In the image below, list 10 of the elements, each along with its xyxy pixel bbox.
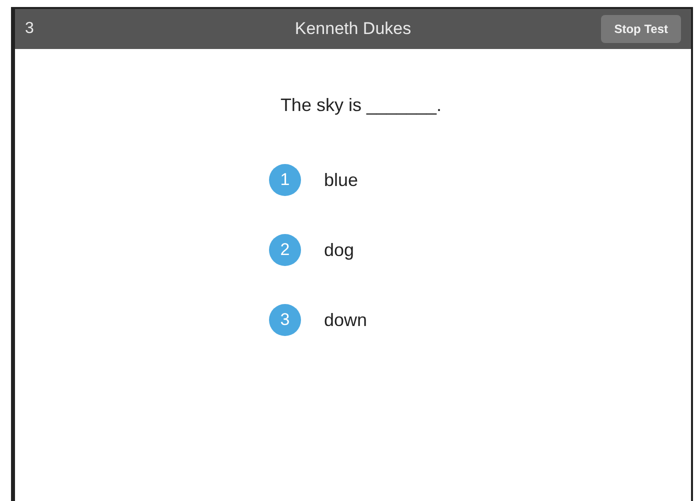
- student-name: Kenneth Dukes: [294, 19, 412, 38]
- option-text[interactable]: dog: [324, 240, 354, 260]
- option-number[interactable]: 1: [268, 164, 301, 196]
- stop-test-button[interactable]: Stop Test: [601, 15, 681, 43]
- option-number[interactable]: 2: [268, 234, 301, 266]
- question-text: The sky is _______.: [280, 95, 442, 116]
- option-text[interactable]: blue: [324, 170, 358, 190]
- question-number: 3: [25, 20, 34, 38]
- option-text[interactable]: down: [324, 310, 368, 330]
- option-number[interactable]: 3: [268, 304, 301, 336]
